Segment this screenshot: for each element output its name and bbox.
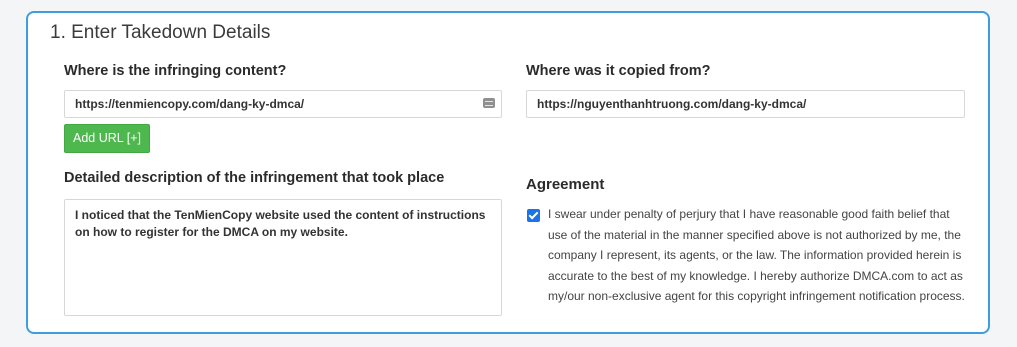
autofill-card-icon[interactable] — [483, 98, 495, 108]
agreement-text: I swear under penalty of perjury that I … — [548, 207, 965, 303]
description-textarea[interactable]: I noticed that the TenMienCopy website u… — [64, 199, 502, 316]
infringing-content-label: Where is the infringing content? — [64, 63, 287, 79]
copied-from-label: Where was it copied from? — [526, 63, 711, 79]
agreement-checkbox[interactable] — [527, 209, 540, 222]
copied-from-url-value: https://nguyenthanhtruong.com/dang-ky-dm… — [537, 97, 807, 111]
section-title: 1. Enter Takedown Details — [50, 22, 271, 43]
takedown-details-panel: 1. Enter Takedown Details Where is the i… — [26, 11, 990, 334]
agreement-title: Agreement — [526, 176, 605, 193]
description-label: Detailed description of the infringement… — [64, 170, 445, 186]
copied-from-url-input[interactable]: https://nguyenthanhtruong.com/dang-ky-dm… — [526, 90, 965, 118]
add-url-button[interactable]: Add URL [+] — [64, 124, 150, 153]
infringing-url-value: https://tenmiencopy.com/dang-ky-dmca/ — [75, 97, 305, 111]
infringing-url-input[interactable]: https://tenmiencopy.com/dang-ky-dmca/ — [64, 90, 502, 118]
